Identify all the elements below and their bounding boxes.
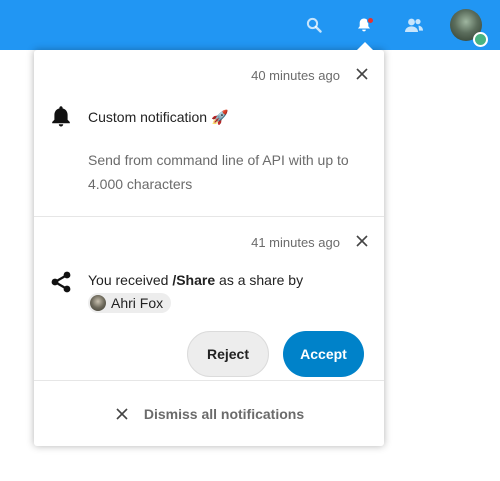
dismiss-all-button[interactable]: Dismiss all notifications — [34, 381, 384, 446]
avatar — [450, 9, 488, 47]
notification-item: 40 minutes ago Custom notification 🚀 Sen… — [34, 50, 384, 217]
notification-subject: Custom notification 🚀 — [88, 109, 229, 125]
notification-message: Send from command line of API with up to… — [88, 152, 349, 192]
user-name: Ahri Fox — [111, 295, 164, 311]
contacts-icon — [405, 18, 423, 32]
unread-indicator — [367, 17, 374, 24]
accept-button[interactable]: Accept — [283, 331, 364, 377]
top-bar — [0, 0, 500, 50]
avatar — [90, 295, 106, 311]
subject-prefix: You received — [88, 272, 173, 288]
shared-item-name: /Share — [172, 272, 216, 288]
search-button[interactable] — [294, 0, 334, 50]
close-icon[interactable] — [354, 66, 370, 82]
user-menu-button[interactable] — [444, 0, 488, 50]
subject-suffix: as a share by — [215, 272, 304, 288]
reject-button[interactable]: Reject — [187, 331, 269, 377]
popover-caret — [357, 42, 373, 50]
user-chip[interactable]: Ahri Fox — [88, 293, 172, 313]
notification-item: 41 minutes ago You received /Share as a … — [34, 217, 384, 381]
dismiss-all-label: Dismiss all notifications — [143, 405, 305, 422]
notification-time: 41 minutes ago — [251, 235, 340, 250]
bell-icon — [52, 106, 70, 127]
notification-time: 40 minutes ago — [251, 68, 340, 83]
close-icon[interactable] — [354, 233, 370, 249]
close-icon — [116, 407, 128, 420]
notification-subject: You received /Share as a share by — [88, 272, 303, 288]
search-icon — [306, 17, 322, 33]
status-online-indicator — [473, 32, 488, 47]
share-icon — [51, 271, 71, 293]
notifications-panel: 40 minutes ago Custom notification 🚀 Sen… — [34, 50, 384, 446]
contacts-button[interactable] — [394, 0, 434, 50]
